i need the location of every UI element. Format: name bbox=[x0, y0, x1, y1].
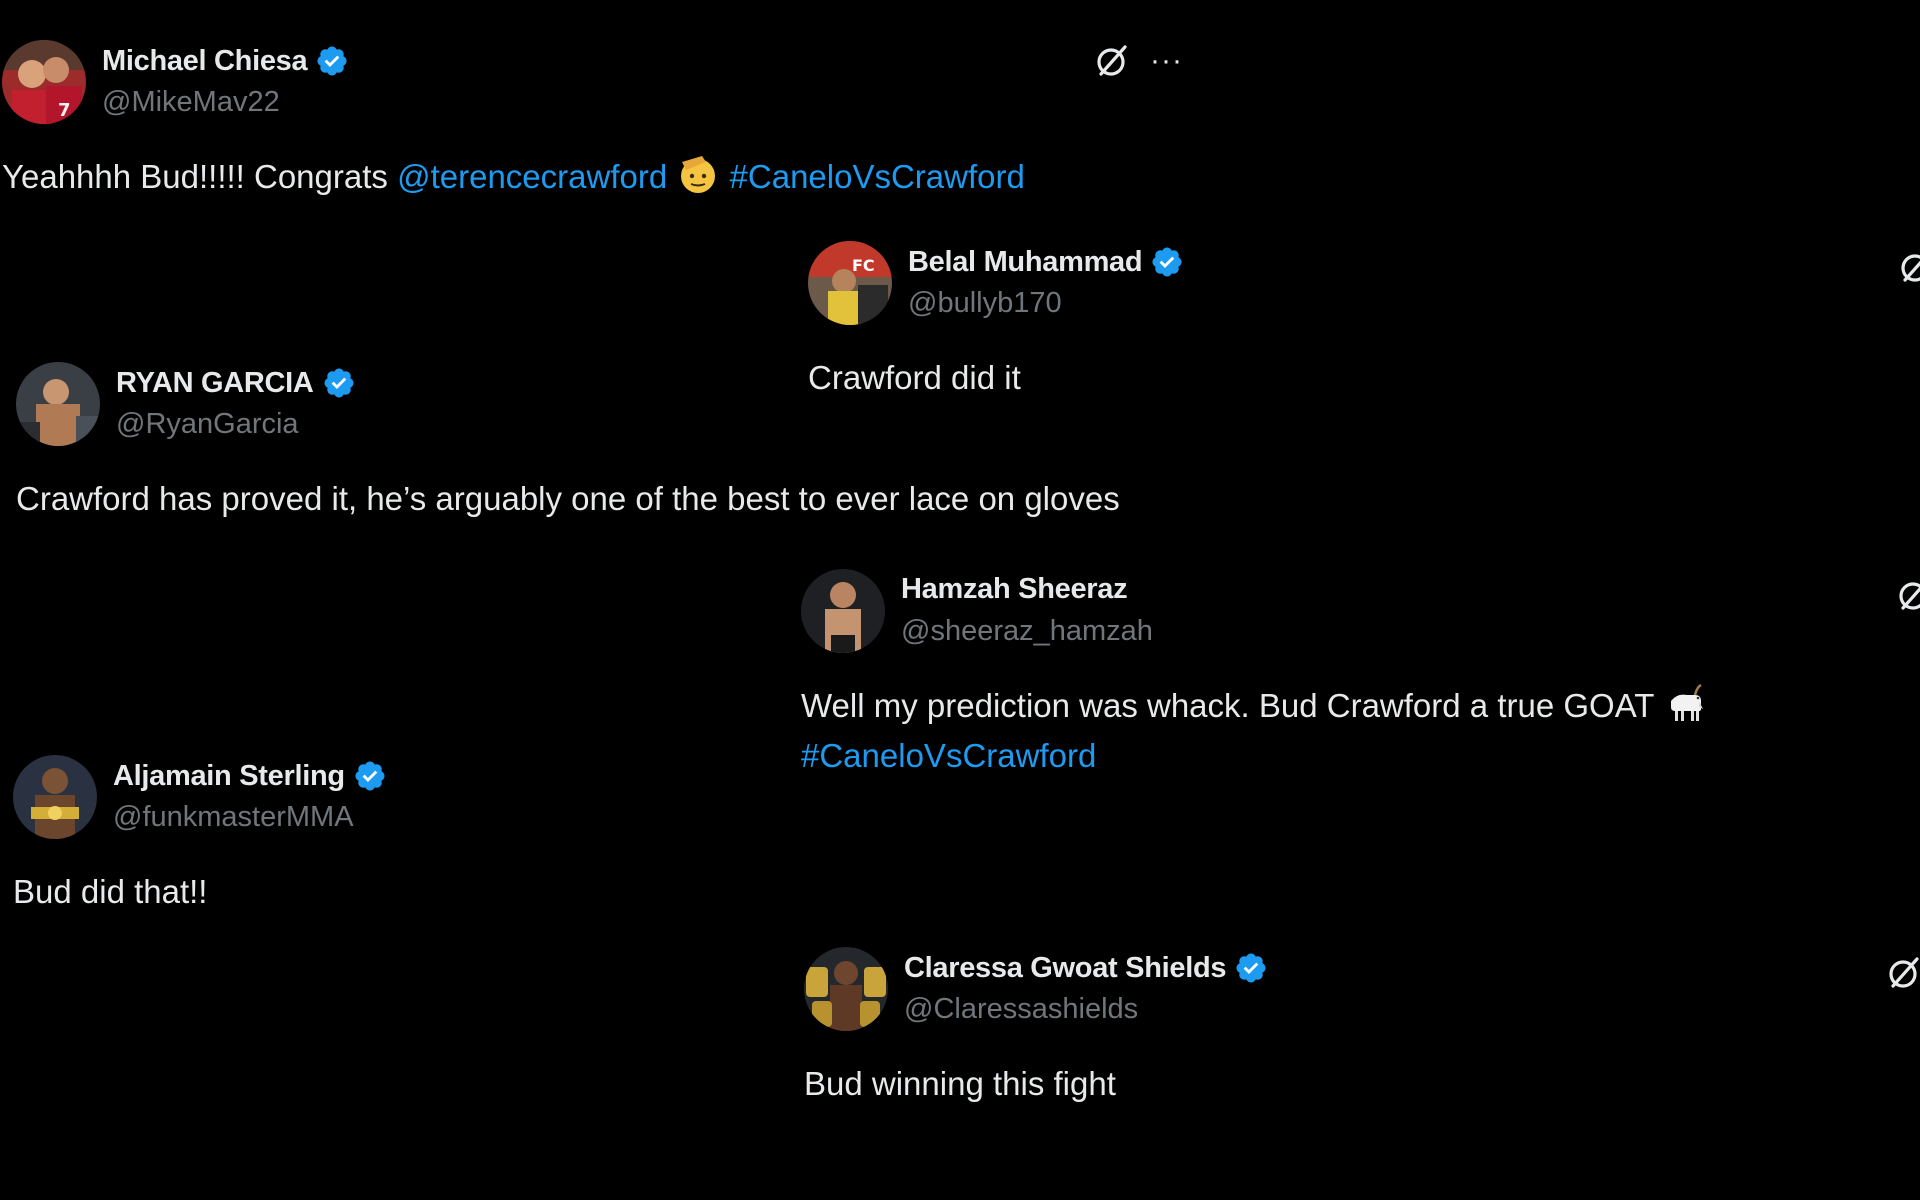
avatar[interactable] bbox=[804, 947, 888, 1031]
svg-text:FC: FC bbox=[852, 256, 875, 275]
avatar[interactable]: 7 bbox=[2, 40, 86, 124]
tweet-claressa-shields: Claressa Gwoat Shields @Claressashields … bbox=[804, 947, 1920, 1109]
user-handle[interactable]: @RyanGarcia bbox=[116, 408, 299, 441]
saluting-face-emoji-icon bbox=[676, 152, 720, 196]
goat-emoji-icon bbox=[1663, 681, 1707, 725]
user-handle[interactable]: @Claressashields bbox=[904, 993, 1138, 1026]
verified-badge-icon bbox=[1234, 951, 1268, 985]
avatar[interactable]: FC bbox=[808, 241, 892, 325]
display-name[interactable]: Claressa Gwoat Shields bbox=[904, 952, 1227, 985]
name-line: Aljamain Sterling bbox=[113, 759, 387, 793]
grok-icon[interactable] bbox=[1884, 953, 1920, 993]
tweet-text-start: Well my prediction was whack. Bud Crawfo… bbox=[801, 687, 1663, 724]
mention-link[interactable]: @terencecrawford bbox=[397, 158, 667, 195]
avatar[interactable] bbox=[801, 569, 885, 653]
tweet-text: Well my prediction was whack. Bud Crawfo… bbox=[801, 681, 1821, 781]
tweet-ryan-garcia: RYAN GARCIA @RyanGarcia Crawford has pro… bbox=[16, 362, 1136, 524]
grok-icon[interactable] bbox=[1092, 41, 1132, 81]
verified-badge-icon bbox=[322, 366, 356, 400]
tweet-aljamain-sterling: Aljamain Sterling @funkmasterMMA Bud did… bbox=[13, 755, 913, 917]
display-name[interactable]: Hamzah Sheeraz bbox=[901, 573, 1128, 606]
verified-badge-icon bbox=[1150, 245, 1184, 279]
tweet-header: Aljamain Sterling @funkmasterMMA bbox=[13, 755, 913, 839]
verified-badge-icon bbox=[315, 44, 349, 78]
display-name[interactable]: Belal Muhammad bbox=[908, 246, 1143, 279]
display-name[interactable]: Michael Chiesa bbox=[102, 45, 308, 78]
name-line: Hamzah Sheeraz bbox=[901, 573, 1128, 606]
avatar[interactable] bbox=[16, 362, 100, 446]
tweet-text-start: Yeahhhh Bud!!!!! Congrats bbox=[2, 158, 398, 195]
name-line: Belal Muhammad bbox=[908, 245, 1184, 279]
tweet-header: RYAN GARCIA @RyanGarcia bbox=[16, 362, 1136, 446]
display-name[interactable]: Aljamain Sterling bbox=[113, 760, 345, 793]
avatar[interactable] bbox=[13, 755, 97, 839]
tweet-header: Hamzah Sheeraz @sheeraz_hamzah bbox=[801, 569, 1920, 653]
tweet-header: 7 Michael Chiesa @MikeMav22 ··· bbox=[2, 40, 1182, 124]
user-handle[interactable]: @funkmasterMMA bbox=[113, 801, 354, 834]
svg-text:7: 7 bbox=[58, 100, 71, 121]
user-handle[interactable]: @sheeraz_hamzah bbox=[901, 615, 1153, 648]
name-line: RYAN GARCIA bbox=[116, 366, 356, 400]
name-line: Claressa Gwoat Shields bbox=[904, 951, 1268, 985]
more-options-icon[interactable]: ··· bbox=[1150, 46, 1183, 76]
tweet-text: Yeahhhh Bud!!!!! Congrats @terencecrawfo… bbox=[2, 152, 1182, 202]
tweet-hamzah-sheeraz: Hamzah Sheeraz @sheeraz_hamzah Well my p… bbox=[801, 569, 1920, 781]
user-handle[interactable]: @bullyb170 bbox=[908, 287, 1062, 320]
tweet-collage: 7 Michael Chiesa @MikeMav22 ··· Yeahhhh … bbox=[0, 0, 1920, 1200]
grok-icon[interactable] bbox=[1896, 247, 1920, 287]
tweet-header: Claressa Gwoat Shields @Claressashields bbox=[804, 947, 1920, 1031]
verified-badge-icon bbox=[353, 759, 387, 793]
tweet-text: Bud did that!! bbox=[13, 873, 208, 910]
grok-icon[interactable] bbox=[1894, 575, 1920, 615]
display-name[interactable]: RYAN GARCIA bbox=[116, 367, 314, 400]
tweet-michael-chiesa: 7 Michael Chiesa @MikeMav22 ··· Yeahhhh … bbox=[2, 40, 1182, 202]
user-handle[interactable]: @MikeMav22 bbox=[102, 86, 280, 119]
name-line: Michael Chiesa bbox=[102, 44, 349, 78]
tweet-text: Crawford has proved it, he’s arguably on… bbox=[16, 480, 1120, 517]
tweet-header: FC Belal Muhammad @bullyb170 bbox=[808, 241, 1920, 325]
hashtag-link[interactable]: #CaneloVsCrawford bbox=[730, 158, 1025, 195]
tweet-text: Bud winning this fight bbox=[804, 1065, 1116, 1102]
